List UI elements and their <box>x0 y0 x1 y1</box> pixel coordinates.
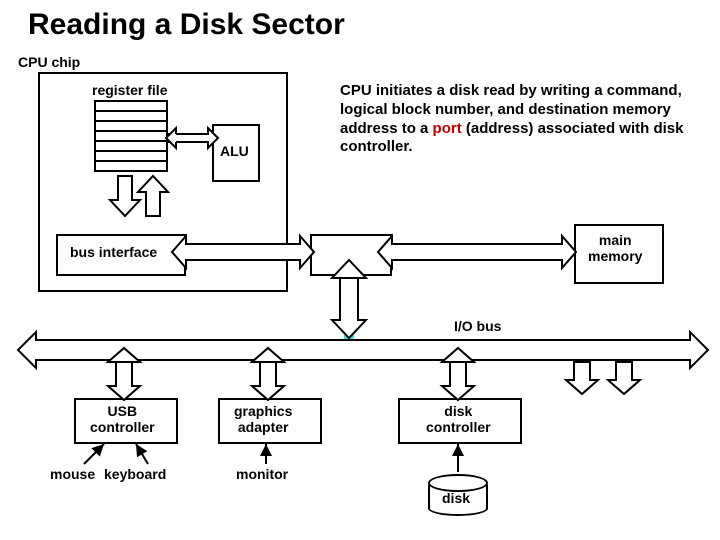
diagram-arrows <box>0 0 720 540</box>
